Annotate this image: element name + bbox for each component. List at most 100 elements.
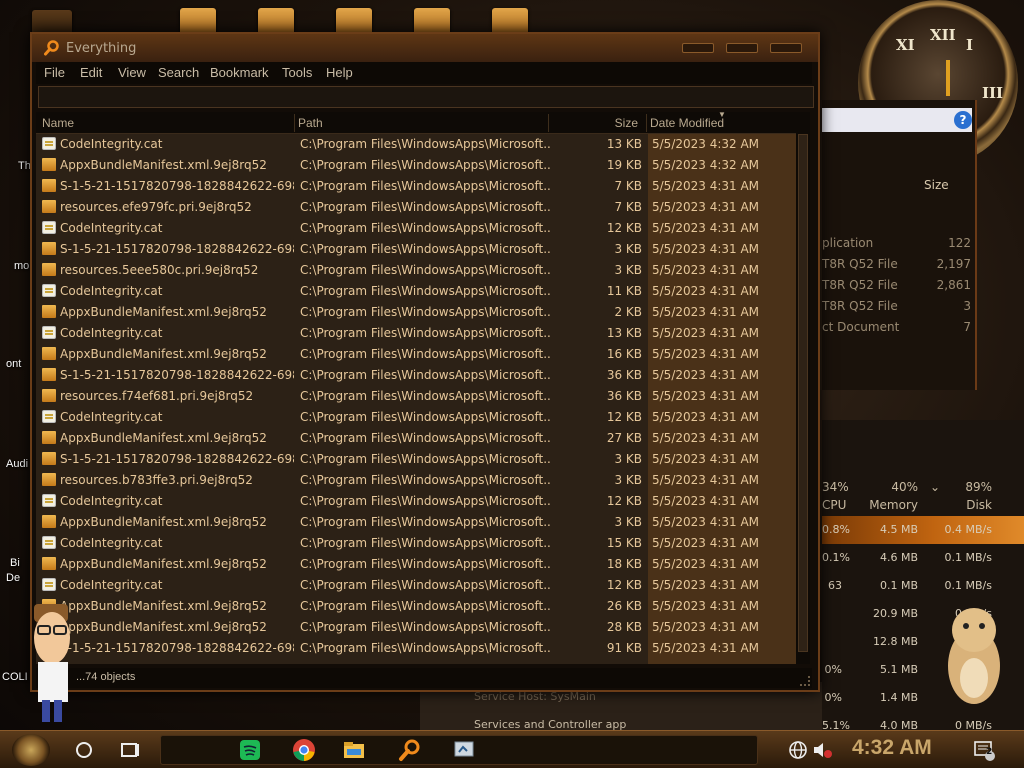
catalog-file-icon <box>42 284 56 297</box>
list-item[interactable]: T8R Q52 File 2,861 <box>822 278 977 299</box>
menu-view[interactable]: View <box>118 65 146 80</box>
address-bar[interactable] <box>822 108 972 132</box>
memory-label[interactable]: Memory <box>862 498 918 512</box>
file-name: CodeIntegrity.cat <box>60 536 163 550</box>
file-name: CodeIntegrity.cat <box>60 221 163 235</box>
vertical-scrollbar[interactable] <box>796 112 810 664</box>
date-modified: 5/5/2023 4:31 AM <box>652 620 760 634</box>
minimize-button[interactable] <box>682 43 714 53</box>
column-header-name[interactable]: Name <box>42 116 74 130</box>
table-row[interactable]: AppxBundleManifest.xml.9ej8rq52 C:\Progra… <box>36 302 796 323</box>
table-row[interactable]: resources.f74ef681.pri.9ej8rq52 C:\Progra… <box>36 386 796 407</box>
table-row[interactable]: AppxBundleManifest.xml.9ej8rq52 C:\Progra… <box>36 344 796 365</box>
help-icon[interactable]: ? <box>954 111 972 129</box>
cpu-label[interactable]: CPU <box>822 498 846 512</box>
file-size: 7 <box>963 320 971 334</box>
search-input[interactable] <box>38 86 814 108</box>
app-icon[interactable] <box>452 738 476 762</box>
table-row[interactable]: AppxBundleManifest.xml.9ej8rq52 C:\Progra… <box>36 512 796 533</box>
column-header-size[interactable]: Size <box>924 178 949 192</box>
file-size: 3 KB <box>614 473 642 487</box>
file-path: C:\Program Files\WindowsApps\Microsoft..… <box>300 284 550 298</box>
menu-search[interactable]: Search <box>158 65 199 80</box>
close-button[interactable] <box>770 43 802 53</box>
table-row[interactable]: CodeIntegrity.cat C:\Program Files\Window… <box>36 575 796 596</box>
table-row[interactable]: AppxBundleManifest.xml.9ej8rq52 C:\Progra… <box>36 554 796 575</box>
maximize-button[interactable] <box>726 43 758 53</box>
menu-help[interactable]: Help <box>326 65 353 80</box>
process-row[interactable]: 0.1% 4.6 MB 0.1 MB/s <box>822 544 1024 572</box>
column-header-size[interactable]: Size <box>576 116 638 130</box>
list-item[interactable]: T8R Q52 File 3 <box>822 299 977 320</box>
date-modified: 5/5/2023 4:31 AM <box>652 452 760 466</box>
table-row[interactable]: S-1-5-21-1517820798-1828842622-698... C:\… <box>36 638 796 659</box>
search-everything-icon[interactable] <box>398 738 422 762</box>
search-circle-icon[interactable] <box>72 738 96 762</box>
globe-icon[interactable] <box>786 738 810 762</box>
list-item[interactable]: plication 122 <box>822 236 977 257</box>
notification-icon[interactable] <box>972 738 996 762</box>
list-item[interactable]: T8R Q52 File 2,197 <box>822 257 977 278</box>
menu-edit[interactable]: Edit <box>80 65 102 80</box>
notification-count: 2 <box>986 747 993 757</box>
table-row[interactable]: AppxBundleManifest.xml.9ej8rq52 C:\Progra… <box>36 617 796 638</box>
table-row[interactable]: CodeIntegrity.cat C:\Program Files\Window… <box>36 491 796 512</box>
column-header-date-modified[interactable]: Date Modified <box>650 116 724 130</box>
spotify-icon[interactable] <box>238 738 262 762</box>
file-size: 13 KB <box>606 326 642 340</box>
file-path: C:\Program Files\WindowsApps\Microsoft..… <box>300 200 550 214</box>
desktop-label: COLI <box>2 671 28 683</box>
file-explorer-icon[interactable] <box>342 738 366 762</box>
table-row[interactable]: resources.b783ffe3.pri.9ej8rq52 C:\Progra… <box>36 470 796 491</box>
disk-label[interactable]: Disk <box>942 498 992 512</box>
speaker-muted-icon[interactable] <box>810 738 834 762</box>
table-row[interactable]: CodeIntegrity.cat C:\Program Files\Window… <box>36 323 796 344</box>
file-path: C:\Program Files\WindowsApps\Microsoft..… <box>300 242 550 256</box>
file-path: C:\Program Files\WindowsApps\Microsoft..… <box>300 599 550 613</box>
table-row[interactable]: CodeIntegrity.cat C:\Program Files\Window… <box>36 533 796 554</box>
resize-grip-icon[interactable] <box>800 676 810 686</box>
list-item[interactable]: ct Document 7 <box>822 320 977 341</box>
menu-tools[interactable]: Tools <box>282 65 312 80</box>
desktop-label: De <box>6 572 21 584</box>
table-row[interactable]: CodeIntegrity.cat C:\Program Files\Window… <box>36 407 796 428</box>
date-modified: 5/5/2023 4:31 AM <box>652 242 760 256</box>
cpu-value: 0.1% <box>822 551 850 564</box>
column-header-path[interactable]: Path <box>298 116 323 130</box>
file-size: 3 KB <box>614 242 642 256</box>
table-row[interactable]: S-1-5-21-1517820798-1828842622-698... C:\… <box>36 365 796 386</box>
table-row[interactable]: CodeIntegrity.cat C:\Program Files\Window… <box>36 218 796 239</box>
scrollbar-thumb[interactable] <box>798 134 808 652</box>
clock-time[interactable]: 4:32 AM <box>852 736 932 760</box>
hamster-icon <box>948 608 1000 704</box>
table-row[interactable]: S-1-5-21-1517820798-1828842622-698... C:\… <box>36 449 796 470</box>
magnifier-logo-icon <box>44 40 59 56</box>
file-name: AppxBundleManifest.xml.9ej8rq52 <box>60 620 267 634</box>
chrome-icon[interactable] <box>292 738 316 762</box>
date-modified: 5/5/2023 4:31 AM <box>652 284 760 298</box>
chevron-down-icon[interactable]: ⌄ <box>928 480 940 494</box>
table-row[interactable]: AppxBundleManifest.xml.9ej8rq52 C:\Progra… <box>36 596 796 617</box>
file-path: C:\Program Files\WindowsApps\Microsoft..… <box>300 179 550 193</box>
table-row[interactable]: resources.efe979fc.pri.9ej8rq52 C:\Progra… <box>36 197 796 218</box>
table-row[interactable]: AppxBundleManifest.xml.9ej8rq52 C:\Progra… <box>36 155 796 176</box>
desktop-label: Th <box>18 160 31 172</box>
column-divider[interactable] <box>646 114 647 132</box>
column-divider[interactable] <box>294 114 295 132</box>
file-path: C:\Program Files\WindowsApps\Microsoft..… <box>300 326 550 340</box>
menu-file[interactable]: File <box>44 65 65 80</box>
process-row[interactable]: 0.8% 4.5 MB 0.4 MB/s <box>822 516 1024 544</box>
column-divider[interactable] <box>548 114 549 132</box>
start-gear-icon[interactable] <box>12 734 50 766</box>
task-view-icon[interactable] <box>118 738 142 762</box>
table-row[interactable]: S-1-5-21-1517820798-1828842622-698... C:\… <box>36 176 796 197</box>
title-bar[interactable]: Everything <box>32 34 818 62</box>
table-row[interactable]: CodeIntegrity.cat C:\Program Files\Window… <box>36 281 796 302</box>
table-row[interactable]: S-1-5-21-1517820798-1828842622-698... C:\… <box>36 239 796 260</box>
file-size: 7 KB <box>614 200 642 214</box>
table-row[interactable]: CodeIntegrity.cat C:\Program Files\Window… <box>36 134 796 155</box>
menu-bookmark[interactable]: Bookmark <box>210 65 269 80</box>
table-row[interactable]: AppxBundleManifest.xml.9ej8rq52 C:\Progra… <box>36 428 796 449</box>
desktop-label: Audi <box>6 458 29 470</box>
table-row[interactable]: resources.5eee580c.pri.9ej8rq52 C:\Progra… <box>36 260 796 281</box>
